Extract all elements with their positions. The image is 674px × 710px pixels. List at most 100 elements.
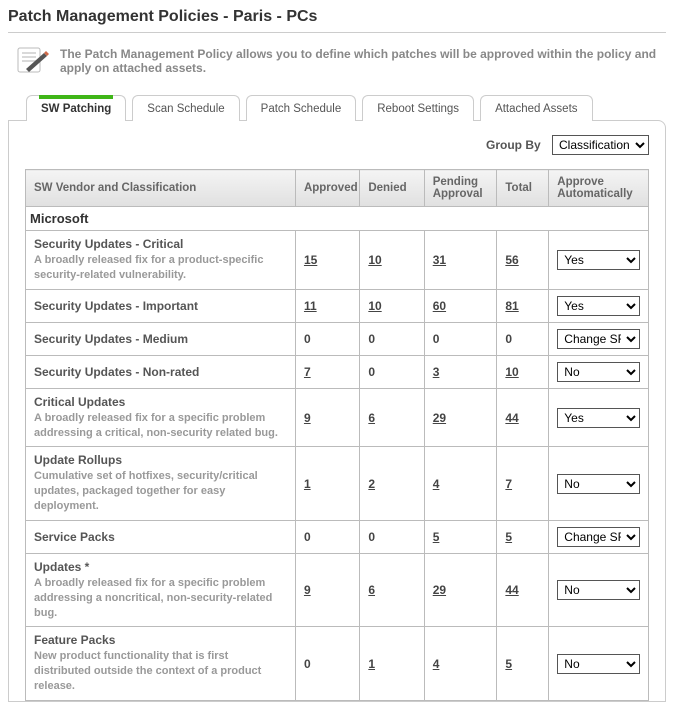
approved-count[interactable]: 9 <box>295 388 359 447</box>
approved-count[interactable]: 7 <box>295 355 359 388</box>
approved-count[interactable]: 11 <box>295 289 359 322</box>
groupby-label: Group By <box>486 138 541 152</box>
pending-count[interactable]: 5 <box>424 520 497 553</box>
approve-auto-select[interactable]: YesNoChange SR <box>557 250 640 270</box>
approve-auto-cell: YesNoChange SR <box>549 355 649 388</box>
approved-count[interactable]: 9 <box>295 553 359 627</box>
approved-count[interactable]: 1 <box>295 447 359 521</box>
approved-count: 0 <box>295 627 359 701</box>
total-count[interactable]: 7 <box>497 447 549 521</box>
approve-auto-cell: YesNoChange SR <box>549 447 649 521</box>
total-count[interactable]: 5 <box>497 627 549 701</box>
classification-desc: A broadly released fix for a specific pr… <box>34 576 287 621</box>
denied-count[interactable]: 10 <box>360 231 424 290</box>
tab-sw-patching[interactable]: SW Patching <box>26 95 126 121</box>
denied-count: 0 <box>360 322 424 355</box>
approve-auto-select[interactable]: YesNoChange SR <box>557 296 640 316</box>
pending-count[interactable]: 31 <box>424 231 497 290</box>
total-count: 0 <box>497 322 549 355</box>
total-count[interactable]: 10 <box>497 355 549 388</box>
classification-cell: Security Updates - Medium <box>26 322 296 355</box>
classification-name: Security Updates - Medium <box>34 332 287 346</box>
approved-count: 0 <box>295 322 359 355</box>
approve-auto-cell: YesNoChange SR <box>549 627 649 701</box>
approve-auto-select[interactable]: YesNoChange SR <box>557 408 640 428</box>
approve-auto-select[interactable]: YesNoChange SR <box>557 580 640 600</box>
classification-name: Security Updates - Non-rated <box>34 365 287 379</box>
vendor-row[interactable]: Microsoft <box>26 207 649 231</box>
total-count[interactable]: 44 <box>497 388 549 447</box>
denied-count[interactable]: 10 <box>360 289 424 322</box>
denied-count: 0 <box>360 355 424 388</box>
page-title: Patch Management Policies - Paris - PCs <box>8 8 666 33</box>
policy-icon <box>16 47 50 77</box>
table-row: Updates * A broadly released fix for a sp… <box>26 553 649 627</box>
approve-auto-select[interactable]: YesNoChange SR <box>557 329 640 349</box>
classification-cell: Service Packs <box>26 520 296 553</box>
groupby-row: Group By Classification <box>25 135 649 155</box>
classification-cell: Critical UpdatesA broadly released fix f… <box>26 388 296 447</box>
classification-cell: Updates * A broadly released fix for a sp… <box>26 553 296 627</box>
col-header-denied[interactable]: Denied <box>360 170 424 207</box>
total-count[interactable]: 81 <box>497 289 549 322</box>
col-header-pending[interactable]: Pending Approval <box>424 170 497 207</box>
pending-count[interactable]: 4 <box>424 447 497 521</box>
classification-desc: Cumulative set of hotfixes, security/cri… <box>34 469 287 514</box>
classification-name: Updates * <box>34 560 287 574</box>
total-count[interactable]: 56 <box>497 231 549 290</box>
tab-panel-sw-patching: Group By Classification SW Vendor and Cl… <box>8 120 666 702</box>
denied-count[interactable]: 2 <box>360 447 424 521</box>
col-header-total[interactable]: Total <box>497 170 549 207</box>
table-row: Update Rollups Cumulative set of hotfixes… <box>26 447 649 521</box>
classification-name: Security Updates - Critical <box>34 237 287 251</box>
denied-count[interactable]: 6 <box>360 553 424 627</box>
pending-count: 0 <box>424 322 497 355</box>
table-row: Security Updates - Non-rated 70310 YesNoCh… <box>26 355 649 388</box>
approve-auto-select[interactable]: YesNoChange SR <box>557 527 640 547</box>
col-header-approved[interactable]: Approved <box>295 170 359 207</box>
classification-cell: Security Updates - Non-rated <box>26 355 296 388</box>
total-count[interactable]: 44 <box>497 553 549 627</box>
col-header-classification[interactable]: SW Vendor and Classification <box>26 170 296 207</box>
tab-attached-assets[interactable]: Attached Assets <box>480 95 592 121</box>
approve-auto-select[interactable]: YesNoChange SR <box>557 362 640 382</box>
table-row: Critical UpdatesA broadly released fix f… <box>26 388 649 447</box>
denied-count[interactable]: 1 <box>360 627 424 701</box>
approve-auto-select[interactable]: YesNoChange SR <box>557 474 640 494</box>
col-header-auto[interactable]: Approve Automatically <box>549 170 649 207</box>
intro-block: The Patch Management Policy allows you t… <box>8 47 666 95</box>
tab-patch-schedule[interactable]: Patch Schedule <box>246 95 357 121</box>
classification-desc: A broadly released fix for a specific pr… <box>34 411 287 441</box>
pending-count[interactable]: 60 <box>424 289 497 322</box>
classification-name: Feature Packs <box>34 633 287 647</box>
classification-cell: Security Updates - CriticalA broadly rel… <box>26 231 296 290</box>
pending-count[interactable]: 29 <box>424 388 497 447</box>
denied-count[interactable]: 6 <box>360 388 424 447</box>
approve-auto-cell: YesNoChange SR <box>549 322 649 355</box>
classification-cell: Feature PacksNew product functionality t… <box>26 627 296 701</box>
classification-name: Security Updates - Important <box>34 299 287 313</box>
pending-count[interactable]: 29 <box>424 553 497 627</box>
total-count[interactable]: 5 <box>497 520 549 553</box>
groupby-select[interactable]: Classification <box>552 135 649 155</box>
tab-bar: SW PatchingScan Schedule Patch ScheduleRe… <box>8 95 666 121</box>
approve-auto-cell: YesNoChange SR <box>549 520 649 553</box>
denied-count: 0 <box>360 520 424 553</box>
approve-auto-select[interactable]: YesNoChange SR <box>557 654 640 674</box>
intro-text: The Patch Management Policy allows you t… <box>60 47 658 75</box>
tab-scan-schedule[interactable]: Scan Schedule <box>132 95 239 121</box>
classification-cell: Update Rollups Cumulative set of hotfixes… <box>26 447 296 521</box>
pending-count[interactable]: 3 <box>424 355 497 388</box>
approve-auto-cell: YesNoChange SR <box>549 388 649 447</box>
classification-cell: Security Updates - Important <box>26 289 296 322</box>
table-row: Feature PacksNew product functionality t… <box>26 627 649 701</box>
tab-reboot-settings[interactable]: Reboot Settings <box>362 95 474 121</box>
approve-auto-cell: YesNoChange SR <box>549 553 649 627</box>
approved-count[interactable]: 15 <box>295 231 359 290</box>
table-row: Security Updates - CriticalA broadly rel… <box>26 231 649 290</box>
classification-name: Update Rollups <box>34 453 287 467</box>
pending-count[interactable]: 4 <box>424 627 497 701</box>
classification-name: Service Packs <box>34 530 287 544</box>
table-row: Security Updates - Important 11106081 YesN… <box>26 289 649 322</box>
approved-count: 0 <box>295 520 359 553</box>
